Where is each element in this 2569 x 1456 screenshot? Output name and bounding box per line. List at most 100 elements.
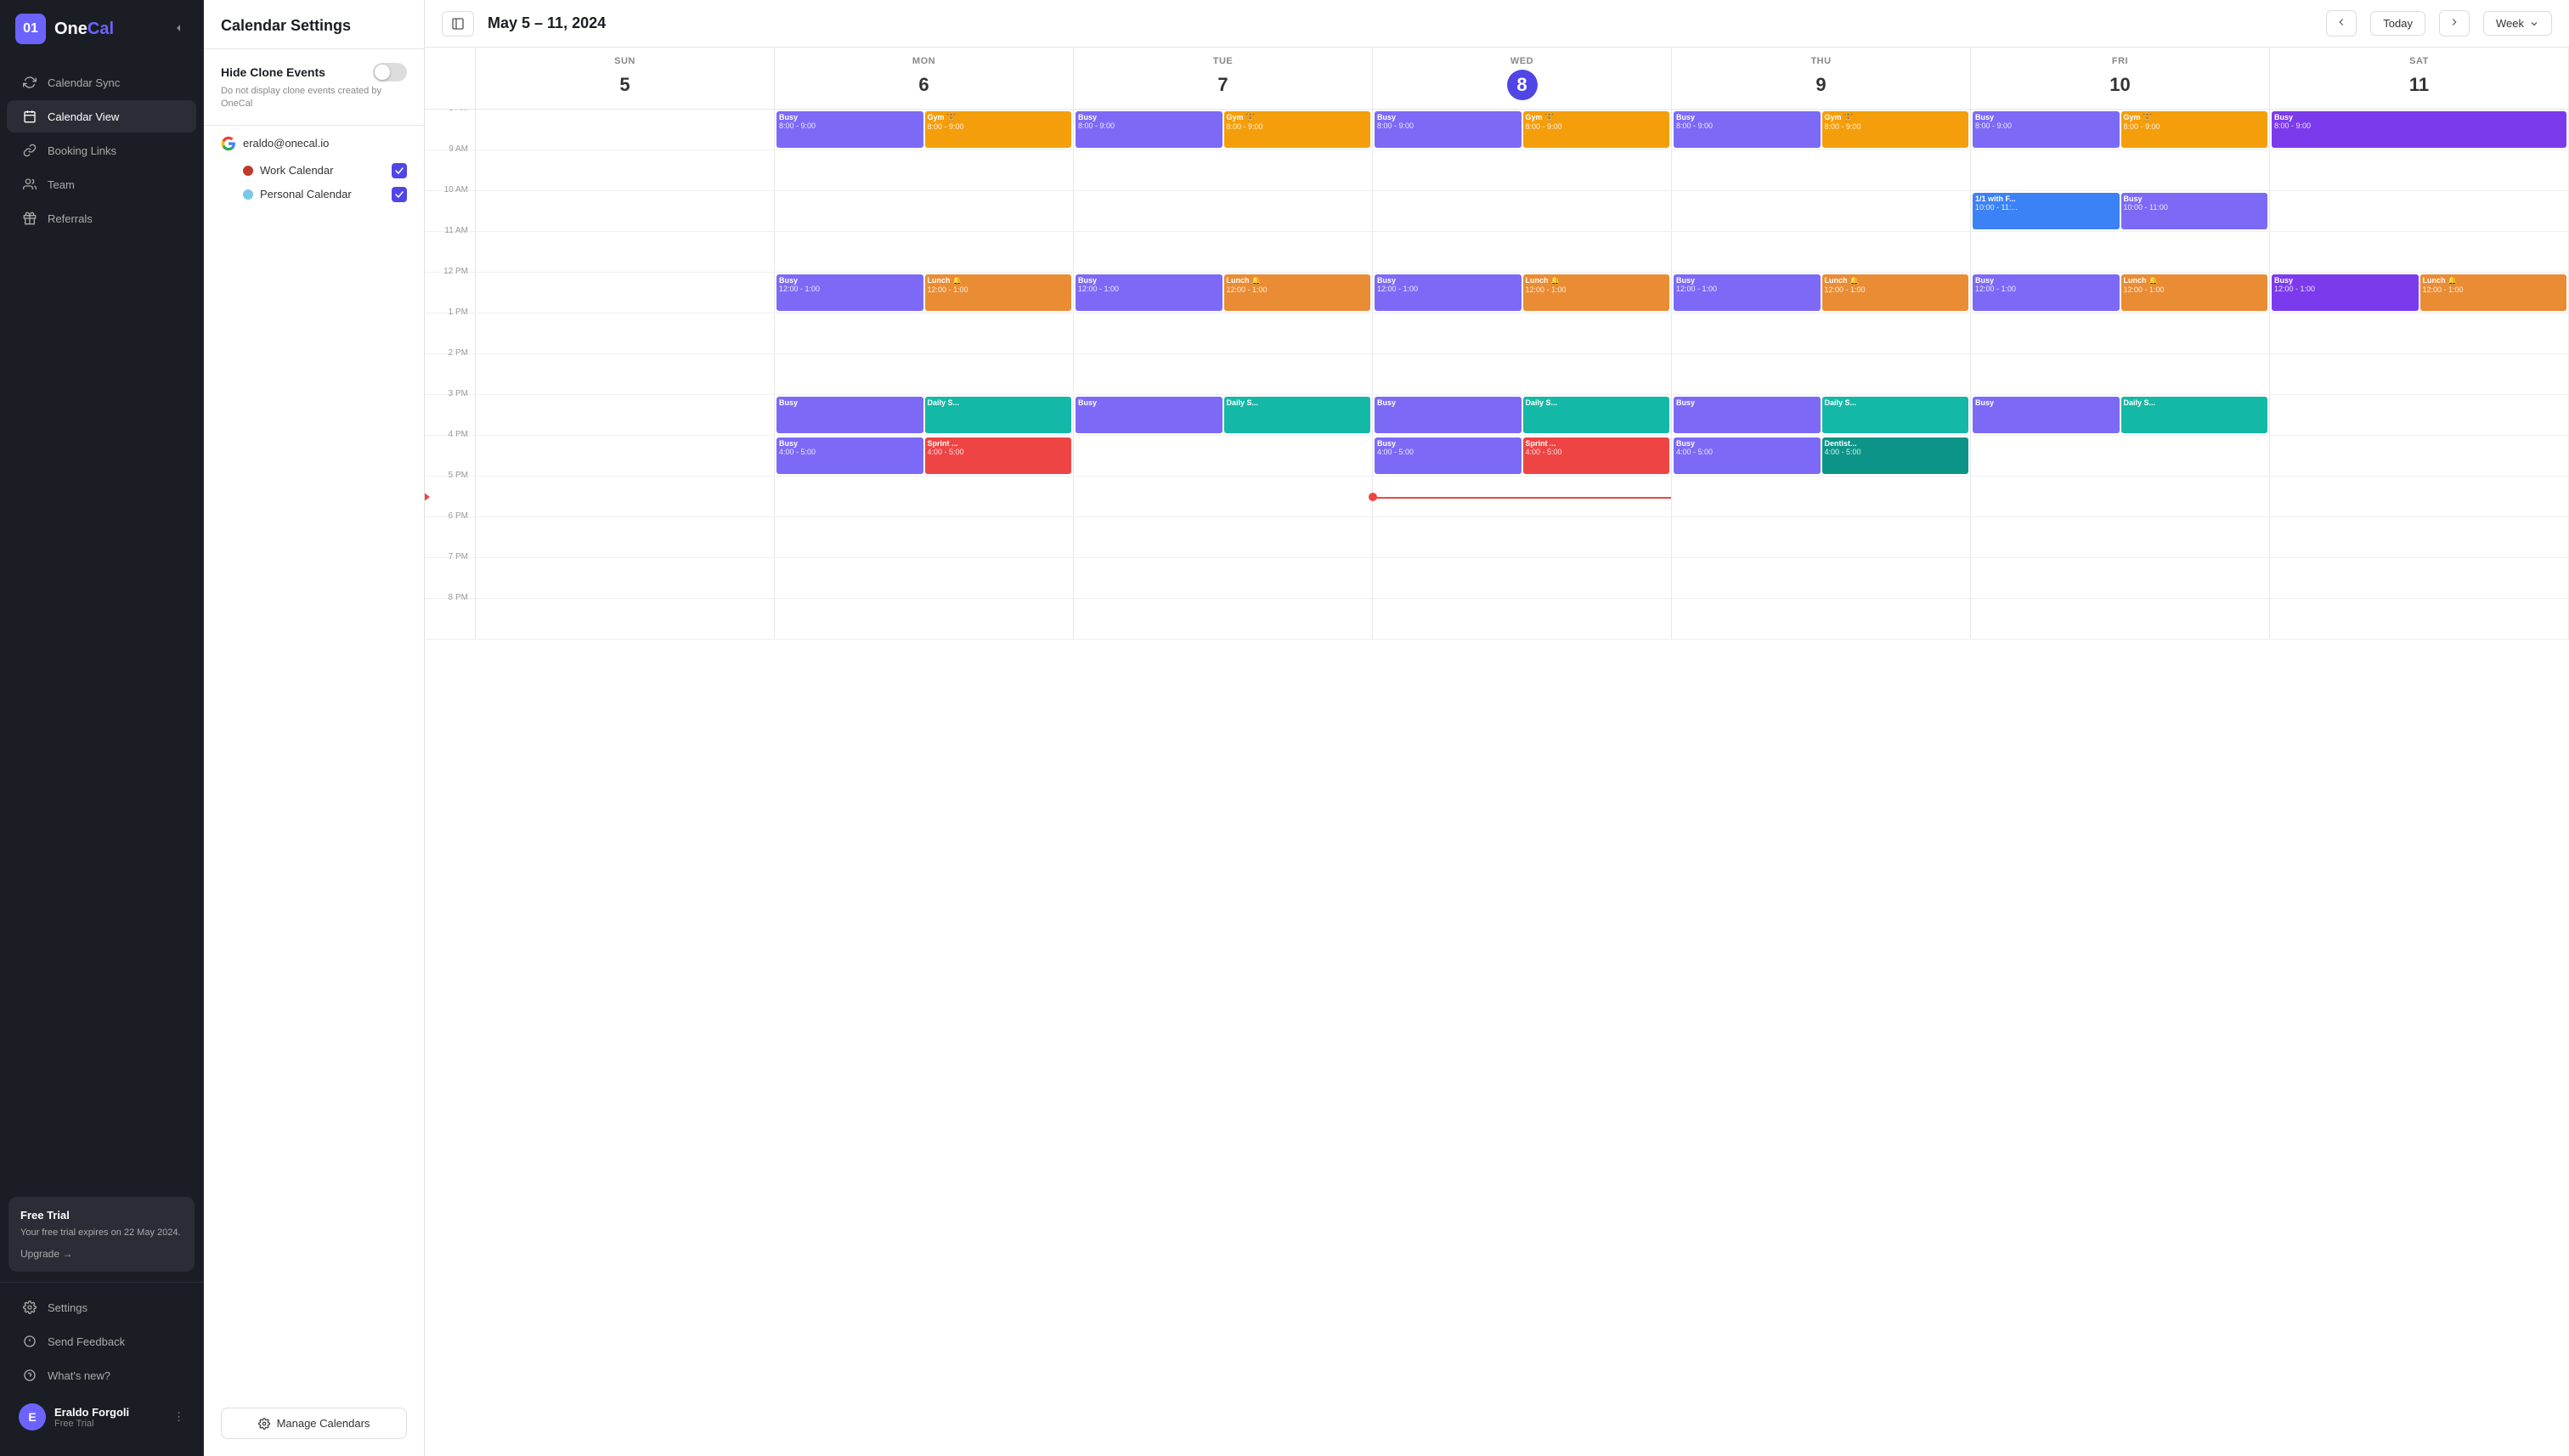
cell-wed-6pm[interactable] (1373, 517, 1672, 557)
event-gym-fri-8am[interactable]: Gym 🏋️ 8:00 - 9:00 (2121, 111, 2268, 148)
cell-tue-12pm[interactable]: Busy 12:00 - 1:00 Lunch 🔔 12:00 - 1:00 (1074, 273, 1373, 313)
cell-sat-9am[interactable] (2270, 150, 2569, 190)
calendar-grid[interactable]: 8 AM Busy 8:00 - 9:00 Gym 🏋️ 8:00 - 9:00 (425, 110, 2569, 1456)
cell-fri-8pm[interactable] (1971, 599, 2270, 639)
event-daily-mon-3pm[interactable]: Daily S... (925, 397, 1072, 433)
sidebar-item-whats-new[interactable]: What's new? (7, 1359, 196, 1391)
sidebar-collapse-button[interactable] (167, 18, 188, 41)
sidebar-item-calendar-sync[interactable]: Calendar Sync (7, 66, 196, 99)
event-busy-tue-3pm[interactable]: Busy (1076, 397, 1222, 433)
cell-sun-2pm[interactable] (476, 354, 775, 394)
event-sprint-wed-4pm[interactable]: Sprint ... 4:00 - 5:00 (1523, 437, 1670, 474)
cell-fri-8am[interactable]: Busy 8:00 - 9:00 Gym 🏋️ 8:00 - 9:00 (1971, 110, 2270, 150)
cell-tue-5pm[interactable] (1074, 477, 1373, 516)
event-lunch-wed-12pm[interactable]: Lunch 🔔 12:00 - 1:00 (1523, 274, 1670, 311)
cell-fri-9am[interactable] (1971, 150, 2270, 190)
cell-fri-4pm[interactable] (1971, 436, 2270, 476)
cell-fri-1pm[interactable] (1971, 313, 2270, 353)
cell-wed-12pm[interactable]: Busy 12:00 - 1:00 Lunch 🔔 12:00 - 1:00 (1373, 273, 1672, 313)
event-busy-sat-8am[interactable]: Busy 8:00 - 9:00 (2272, 111, 2566, 148)
cell-sun-1pm[interactable] (476, 313, 775, 353)
event-busy-fri-12pm[interactable]: Busy 12:00 - 1:00 (1973, 274, 2120, 311)
cell-mon-8am[interactable]: Busy 8:00 - 9:00 Gym 🏋️ 8:00 - 9:00 (775, 110, 1074, 150)
cell-thu-7pm[interactable] (1672, 558, 1971, 598)
cell-sat-10am[interactable] (2270, 191, 2569, 231)
cell-wed-3pm[interactable]: Busy Daily S... (1373, 395, 1672, 435)
event-daily-thu-3pm[interactable]: Daily S... (1822, 397, 1969, 433)
cell-tue-9am[interactable] (1074, 150, 1373, 190)
event-busy-thu-3pm[interactable]: Busy (1674, 397, 1821, 433)
cell-thu-8pm[interactable] (1672, 599, 1971, 639)
cell-sun-3pm[interactable] (476, 395, 775, 435)
cell-sat-11am[interactable] (2270, 232, 2569, 272)
cell-sun-4pm[interactable] (476, 436, 775, 476)
hide-clone-toggle[interactable] (373, 63, 407, 82)
cell-sun-6pm[interactable] (476, 517, 775, 557)
event-busy-mon-12pm[interactable]: Busy 12:00 - 1:00 (776, 274, 923, 311)
sidebar-item-calendar-view[interactable]: Calendar View (7, 100, 196, 133)
cell-tue-10am[interactable] (1074, 191, 1373, 231)
calendar-toggle-sidebar-button[interactable] (442, 11, 474, 37)
sidebar-item-send-feedback[interactable]: Send Feedback (7, 1325, 196, 1357)
cell-tue-11am[interactable] (1074, 232, 1373, 272)
calendar-week-view-button[interactable]: Week (2483, 11, 2552, 36)
cell-mon-7pm[interactable] (775, 558, 1074, 598)
event-busy-sat-12pm[interactable]: Busy 12:00 - 1:00 (2272, 274, 2419, 311)
event-lunch-mon-12pm[interactable]: Lunch 🔔 12:00 - 1:00 (925, 274, 1072, 311)
cell-tue-3pm[interactable]: Busy Daily S... (1074, 395, 1373, 435)
cell-sat-7pm[interactable] (2270, 558, 2569, 598)
event-busy-thu-12pm[interactable]: Busy 12:00 - 1:00 (1674, 274, 1821, 311)
cell-wed-10am[interactable] (1373, 191, 1672, 231)
cell-tue-8pm[interactable] (1074, 599, 1373, 639)
upgrade-link[interactable]: Upgrade → (20, 1248, 183, 1260)
event-busy-tue-12pm[interactable]: Busy 12:00 - 1:00 (1076, 274, 1222, 311)
event-lunch-fri-12pm[interactable]: Lunch 🔔 12:00 - 1:00 (2121, 274, 2268, 311)
cell-sun-10am[interactable] (476, 191, 775, 231)
sidebar-item-booking-links[interactable]: Booking Links (7, 134, 196, 166)
cell-wed-5pm[interactable] (1373, 477, 1672, 516)
cell-sat-2pm[interactable] (2270, 354, 2569, 394)
cell-sun-12pm[interactable] (476, 273, 775, 313)
cell-wed-11am[interactable] (1373, 232, 1672, 272)
cell-wed-1pm[interactable] (1373, 313, 1672, 353)
cell-sun-8am[interactable] (476, 110, 775, 150)
cell-fri-12pm[interactable]: Busy 12:00 - 1:00 Lunch 🔔 12:00 - 1:00 (1971, 273, 2270, 313)
cell-thu-3pm[interactable]: Busy Daily S... (1672, 395, 1971, 435)
event-gym-tue-8am[interactable]: Gym 🏋️ 8:00 - 9:00 (1224, 111, 1371, 148)
event-busy-tue-8am[interactable]: Busy 8:00 - 9:00 (1076, 111, 1222, 148)
cell-mon-8pm[interactable] (775, 599, 1074, 639)
cell-sun-11am[interactable] (476, 232, 775, 272)
cell-fri-3pm[interactable]: Busy Daily S... (1971, 395, 2270, 435)
cell-thu-9am[interactable] (1672, 150, 1971, 190)
event-busy-thu-4pm[interactable]: Busy 4:00 - 5:00 (1674, 437, 1821, 474)
event-lunch-tue-12pm[interactable]: Lunch 🔔 12:00 - 1:00 (1224, 274, 1371, 311)
cell-thu-4pm[interactable]: Busy 4:00 - 5:00 Dentist... 4:00 - 5:00 (1672, 436, 1971, 476)
cell-sat-8pm[interactable] (2270, 599, 2569, 639)
cell-tue-4pm[interactable] (1074, 436, 1373, 476)
cell-thu-10am[interactable] (1672, 191, 1971, 231)
cell-mon-1pm[interactable] (775, 313, 1074, 353)
event-busy-wed-12pm[interactable]: Busy 12:00 - 1:00 (1375, 274, 1522, 311)
manage-calendars-button[interactable]: Manage Calendars (221, 1408, 407, 1439)
sidebar-item-settings[interactable]: Settings (7, 1291, 196, 1323)
event-sprint-mon-4pm[interactable]: Sprint ... 4:00 - 5:00 (925, 437, 1072, 474)
cell-wed-9am[interactable] (1373, 150, 1672, 190)
personal-calendar-checkbox[interactable] (392, 187, 407, 202)
calendar-prev-button[interactable] (2326, 10, 2357, 37)
cell-sun-7pm[interactable] (476, 558, 775, 598)
cell-sat-6pm[interactable] (2270, 517, 2569, 557)
cell-thu-5pm[interactable] (1672, 477, 1971, 516)
event-busy-fri-10am[interactable]: Busy 10:00 - 11:00 (2121, 193, 2268, 229)
calendar-next-button[interactable] (2439, 10, 2470, 37)
event-busy-fri-3pm[interactable]: Busy (1973, 397, 2120, 433)
work-calendar-checkbox[interactable] (392, 163, 407, 178)
cell-tue-2pm[interactable] (1074, 354, 1373, 394)
user-menu-icon[interactable]: ⋮ (173, 1410, 184, 1424)
cell-fri-10am[interactable]: 1/1 with F... 10:00 - 11:... Busy 10:00 … (1971, 191, 2270, 231)
cell-fri-11am[interactable] (1971, 232, 2270, 272)
event-daily-fri-3pm[interactable]: Daily S... (2121, 397, 2268, 433)
cell-tue-8am[interactable]: Busy 8:00 - 9:00 Gym 🏋️ 8:00 - 9:00 (1074, 110, 1373, 150)
event-busy-wed-4pm[interactable]: Busy 4:00 - 5:00 (1375, 437, 1522, 474)
cell-mon-12pm[interactable]: Busy 12:00 - 1:00 Lunch 🔔 12:00 - 1:00 (775, 273, 1074, 313)
cell-thu-1pm[interactable] (1672, 313, 1971, 353)
